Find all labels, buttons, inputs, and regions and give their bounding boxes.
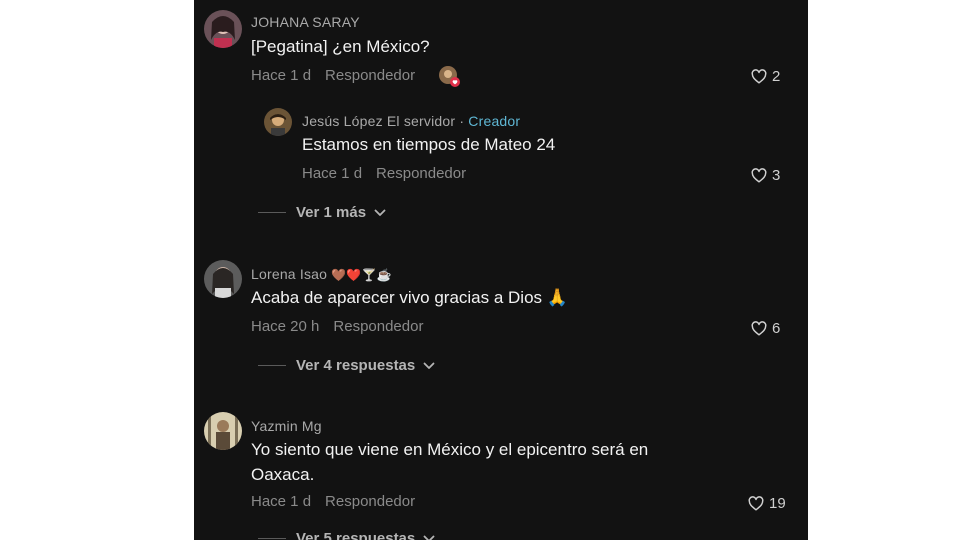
comment-time: Hace 1 d bbox=[251, 67, 312, 84]
reply-button[interactable]: Respondedor bbox=[325, 493, 415, 510]
reply-button[interactable]: Respondedor bbox=[376, 165, 466, 182]
heart-outline-icon bbox=[751, 321, 767, 336]
view-more-replies-button[interactable]: Ver 1 más bbox=[258, 204, 386, 221]
like-button[interactable]: 19 bbox=[748, 495, 786, 512]
view-more-replies-button[interactable]: Ver 5 respuestas bbox=[258, 530, 435, 540]
heart-outline-icon bbox=[751, 69, 767, 84]
divider-line bbox=[258, 538, 286, 539]
reply-username-row: Jesús López El servidor · Creador bbox=[302, 113, 520, 129]
view-more-label: Ver 5 respuestas bbox=[296, 530, 416, 540]
comment-meta: Hace 1 d Respondedor bbox=[251, 493, 415, 510]
like-count: 2 bbox=[772, 68, 781, 85]
avatar[interactable] bbox=[204, 10, 242, 48]
view-more-label: Ver 4 respuestas bbox=[296, 357, 416, 374]
creator-badge: Creador bbox=[468, 113, 521, 129]
comment-time: Hace 20 h bbox=[251, 318, 320, 335]
reply-button[interactable]: Respondedor bbox=[325, 67, 415, 84]
reply-text: Estamos en tiempos de Mateo 24 bbox=[302, 135, 556, 154]
reply-meta: Hace 1 d Respondedor bbox=[302, 165, 466, 182]
reply-time: Hace 1 d bbox=[302, 165, 363, 182]
creator-liked-avatar bbox=[439, 66, 460, 87]
reply-button[interactable]: Respondedor bbox=[333, 318, 423, 335]
like-count: 6 bbox=[772, 320, 781, 337]
chevron-down-icon bbox=[374, 209, 386, 216]
comments-panel: JOHANA SARAY [Pegatina] ¿en México? Hace… bbox=[194, 0, 808, 540]
avatar[interactable] bbox=[264, 108, 292, 136]
avatar[interactable] bbox=[204, 260, 242, 298]
comment-meta: Hace 1 d Respondedor bbox=[251, 67, 415, 84]
comment-username[interactable]: Lorena Isao bbox=[251, 266, 327, 282]
view-more-replies-button[interactable]: Ver 4 respuestas bbox=[258, 357, 435, 374]
avatar[interactable] bbox=[204, 412, 242, 450]
divider-line bbox=[258, 212, 286, 213]
like-button[interactable]: 3 bbox=[751, 167, 780, 184]
comment-username[interactable]: Yazmin Mg bbox=[251, 418, 322, 434]
like-count: 19 bbox=[769, 495, 786, 512]
comment-text: [Pegatina] ¿en México? bbox=[251, 37, 430, 56]
chevron-down-icon bbox=[423, 535, 435, 540]
comment-username[interactable]: JOHANA SARAY bbox=[251, 14, 360, 30]
comment-text: Yo siento que viene en México y el epice… bbox=[251, 440, 649, 484]
comment-meta: Hace 20 h Respondedor bbox=[251, 318, 423, 335]
heart-outline-icon bbox=[751, 168, 767, 183]
comment-text: Acaba de aparecer vivo gracias a Dios 🙏 bbox=[251, 288, 568, 307]
comment-username-row: Lorena Isao 🤎❤️🍸☕ bbox=[251, 266, 392, 282]
like-count: 3 bbox=[772, 167, 781, 184]
like-button[interactable]: 6 bbox=[751, 320, 780, 337]
chevron-down-icon bbox=[423, 362, 435, 369]
reply-username[interactable]: Jesús López El servidor bbox=[302, 113, 455, 129]
separator: · bbox=[455, 113, 469, 129]
divider-line bbox=[258, 365, 286, 366]
username-emojis: 🤎❤️🍸☕ bbox=[331, 268, 392, 282]
like-button[interactable]: 2 bbox=[751, 68, 780, 85]
view-more-label: Ver 1 más bbox=[296, 204, 367, 221]
comment-time: Hace 1 d bbox=[251, 493, 312, 510]
heart-outline-icon bbox=[748, 496, 764, 511]
